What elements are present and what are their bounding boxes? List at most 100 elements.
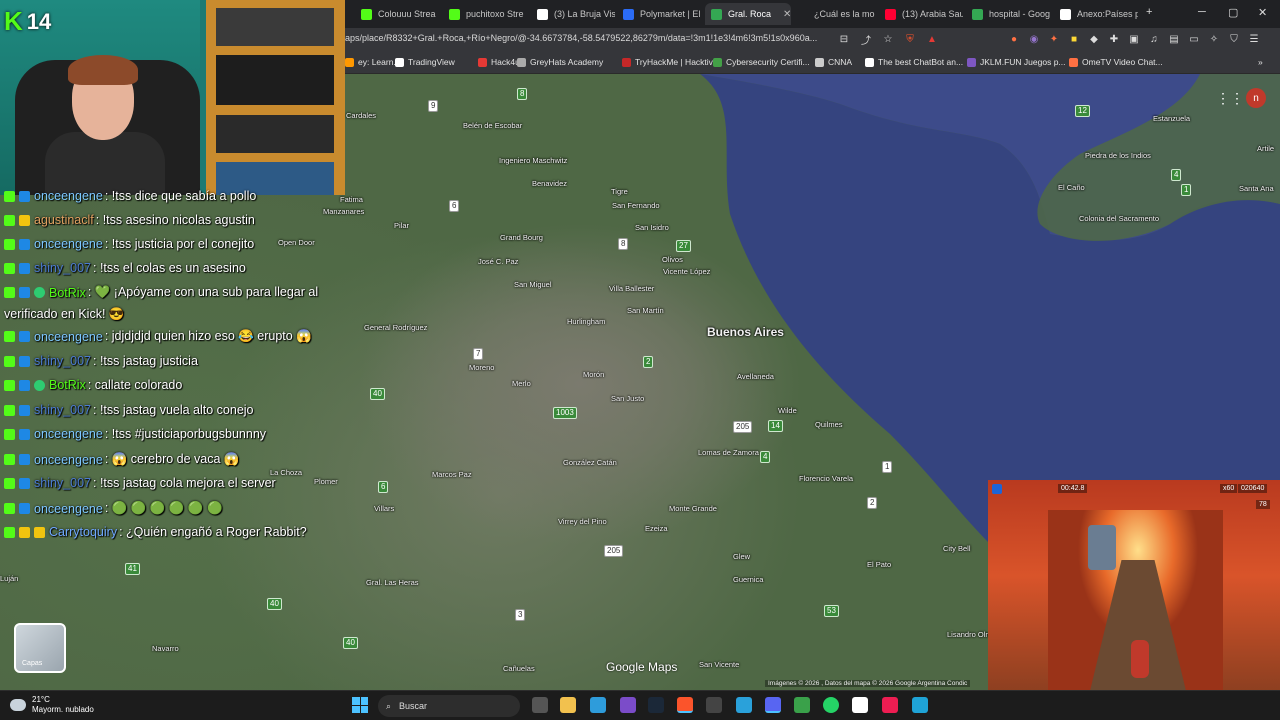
map-place-label[interactable]: San Justo: [611, 394, 644, 403]
map-place-label[interactable]: Vicente López: [663, 267, 710, 276]
whatsapp-icon[interactable]: [823, 697, 839, 713]
map-place-label[interactable]: González Catán: [563, 458, 617, 467]
extension-box-icon[interactable]: ▣: [1127, 32, 1141, 46]
map-place-label[interactable]: City Bell: [943, 544, 971, 553]
menu-icon[interactable]: ☰: [1247, 32, 1261, 46]
extension-fox-icon[interactable]: ✦: [1047, 32, 1061, 46]
map-place-label[interactable]: Gral. Las Heras: [366, 578, 419, 587]
map-place-label[interactable]: Colonia del Sacramento: [1079, 214, 1159, 223]
map-place-label[interactable]: Hurlingham: [567, 317, 605, 326]
map-place-label[interactable]: San Isidro: [635, 223, 669, 232]
map-place-label[interactable]: San Fernando: [612, 201, 660, 210]
map-place-label[interactable]: El Pato: [867, 560, 891, 569]
browser-tab[interactable]: (3) La Bruja Vis: [531, 3, 615, 25]
map-place-label[interactable]: Pilar: [394, 221, 409, 230]
browser-tab[interactable]: puchitoxo Stre: [443, 3, 527, 25]
extension-purple-icon[interactable]: ◉: [1027, 32, 1041, 46]
task-view-icon[interactable]: [532, 697, 548, 713]
map-place-label[interactable]: Fatima: [340, 195, 363, 204]
map-place-label[interactable]: Virrey del Pino: [558, 517, 607, 526]
bookmark-item[interactable]: Hack4u: [478, 57, 520, 67]
map-place-label[interactable]: Luján: [0, 574, 18, 583]
map-place-label[interactable]: Monte Grande: [669, 504, 717, 513]
bookmark-star-icon[interactable]: ☆: [881, 32, 895, 46]
extension-orange-icon[interactable]: ●: [1007, 32, 1021, 46]
epic-games-icon[interactable]: [852, 697, 868, 713]
file-explorer-icon[interactable]: [560, 697, 576, 713]
browser-tab[interactable]: hospital - Goog: [966, 3, 1050, 25]
url-text[interactable]: aps/place/R8332+Gral.+Roca,+Río+Negro/@-…: [345, 33, 830, 43]
brave-shield-icon[interactable]: ⛨: [903, 32, 917, 46]
extension-diamond-icon[interactable]: ◆: [1087, 32, 1101, 46]
map-place-label[interactable]: Olivos: [662, 255, 683, 264]
account-avatar[interactable]: n: [1246, 88, 1266, 108]
map-place-label[interactable]: Grand Bourg: [500, 233, 543, 242]
bookmark-item[interactable]: The best ChatBot an...: [865, 57, 963, 67]
taskbar-search[interactable]: ⌕ Buscar: [378, 695, 520, 717]
browser-tab[interactable]: Anexo:Países p: [1054, 3, 1138, 25]
app-purple-icon[interactable]: [620, 697, 636, 713]
map-place-label[interactable]: Guernica: [733, 575, 763, 584]
bookmark-item[interactable]: ey: Learn...: [345, 57, 401, 67]
share-icon[interactable]: ⤴: [859, 32, 873, 47]
extension-yellow-icon[interactable]: ■: [1067, 32, 1081, 46]
map-place-label[interactable]: Villa Ballester: [609, 284, 654, 293]
maximize-window-button[interactable]: ▢: [1228, 6, 1238, 19]
map-place-label[interactable]: Ezeiza: [645, 524, 668, 533]
vscode-icon[interactable]: [590, 697, 606, 713]
map-attribution[interactable]: Imágenes © 2026 , Datos del mapa © 2026 …: [765, 680, 971, 687]
media-icon[interactable]: ♫: [1147, 32, 1161, 46]
map-place-label[interactable]: Merlo: [512, 379, 531, 388]
weather-widget[interactable]: 21°C Mayorm. nublado: [10, 695, 94, 715]
bookmark-item[interactable]: OmeTV Video Chat...: [1069, 57, 1163, 67]
map-place-label[interactable]: Open Door: [278, 238, 315, 247]
layers-button[interactable]: Capas: [14, 623, 66, 673]
minimize-window-button[interactable]: ─: [1198, 6, 1206, 18]
wallet-icon[interactable]: ▭: [1187, 32, 1201, 46]
excel-icon[interactable]: [794, 697, 810, 713]
map-place-label[interactable]: Benavidez: [532, 179, 567, 188]
browser-tab[interactable]: (13) Arabia Sau: [879, 3, 963, 25]
browser-tab[interactable]: Gral. Roca ✕: [705, 3, 791, 25]
sidebar-icon[interactable]: ▤: [1167, 32, 1181, 46]
start-button[interactable]: [352, 697, 368, 713]
close-window-button[interactable]: ✕: [1258, 6, 1267, 19]
map-place-label[interactable]: Plomer: [314, 477, 338, 486]
bookmark-item[interactable]: CNNA: [815, 57, 852, 67]
map-place-label[interactable]: Lomas de Zamora: [698, 448, 759, 457]
telegram-icon[interactable]: [736, 697, 752, 713]
map-place-label[interactable]: Florencio Varela: [799, 474, 853, 483]
google-apps-icon[interactable]: ⋮⋮: [1216, 90, 1244, 107]
map-place-label[interactable]: Ingeniero Maschwitz: [499, 156, 567, 165]
brave-rewards-icon[interactable]: ▲: [925, 32, 939, 46]
map-place-label[interactable]: Manzanares: [323, 207, 364, 216]
map-place-label[interactable]: San Miguel: [514, 280, 552, 289]
map-place-label[interactable]: Quilmes: [815, 420, 843, 429]
install-app-icon[interactable]: ⊟: [837, 32, 851, 46]
notepad-icon[interactable]: [912, 697, 928, 713]
map-place-label[interactable]: Cardales: [346, 111, 376, 120]
browser-tab[interactable]: Polymarket | El: [617, 3, 701, 25]
map-place-label[interactable]: El Caño: [1058, 183, 1085, 192]
map-place-label[interactable]: Santa Ana: [1239, 184, 1274, 193]
new-tab-button[interactable]: +: [1146, 6, 1152, 18]
discord-icon[interactable]: [765, 697, 781, 713]
map-place-label[interactable]: Piedra de los Indios: [1085, 151, 1151, 160]
map-place-label[interactable]: Wilde: [778, 406, 797, 415]
bookmark-item[interactable]: TradingView: [395, 57, 455, 67]
bookmarks-overflow-icon[interactable]: »: [1258, 57, 1263, 67]
map-place-label[interactable]: Moreno: [469, 363, 494, 372]
map-place-label[interactable]: Morón: [583, 370, 604, 379]
brave-browser-icon[interactable]: [677, 697, 693, 713]
bookmark-item[interactable]: JKLM.FUN Juegos p...: [967, 57, 1066, 67]
steam-icon[interactable]: [648, 697, 664, 713]
map-place-label[interactable]: Glew: [733, 552, 750, 561]
bookmark-item[interactable]: GreyHats Academy: [517, 57, 603, 67]
map-place-label[interactable]: San Martín: [627, 306, 664, 315]
map-place-label[interactable]: Belén de Escobar: [463, 121, 522, 130]
obs-icon[interactable]: [706, 697, 722, 713]
browser-tab[interactable]: ¿Cuál es la mo: [791, 3, 875, 25]
map-place-label[interactable]: Cañuelas: [503, 664, 535, 673]
map-place-label[interactable]: Artile: [1257, 144, 1274, 153]
map-place-label[interactable]: General Rodríguez: [364, 323, 427, 332]
